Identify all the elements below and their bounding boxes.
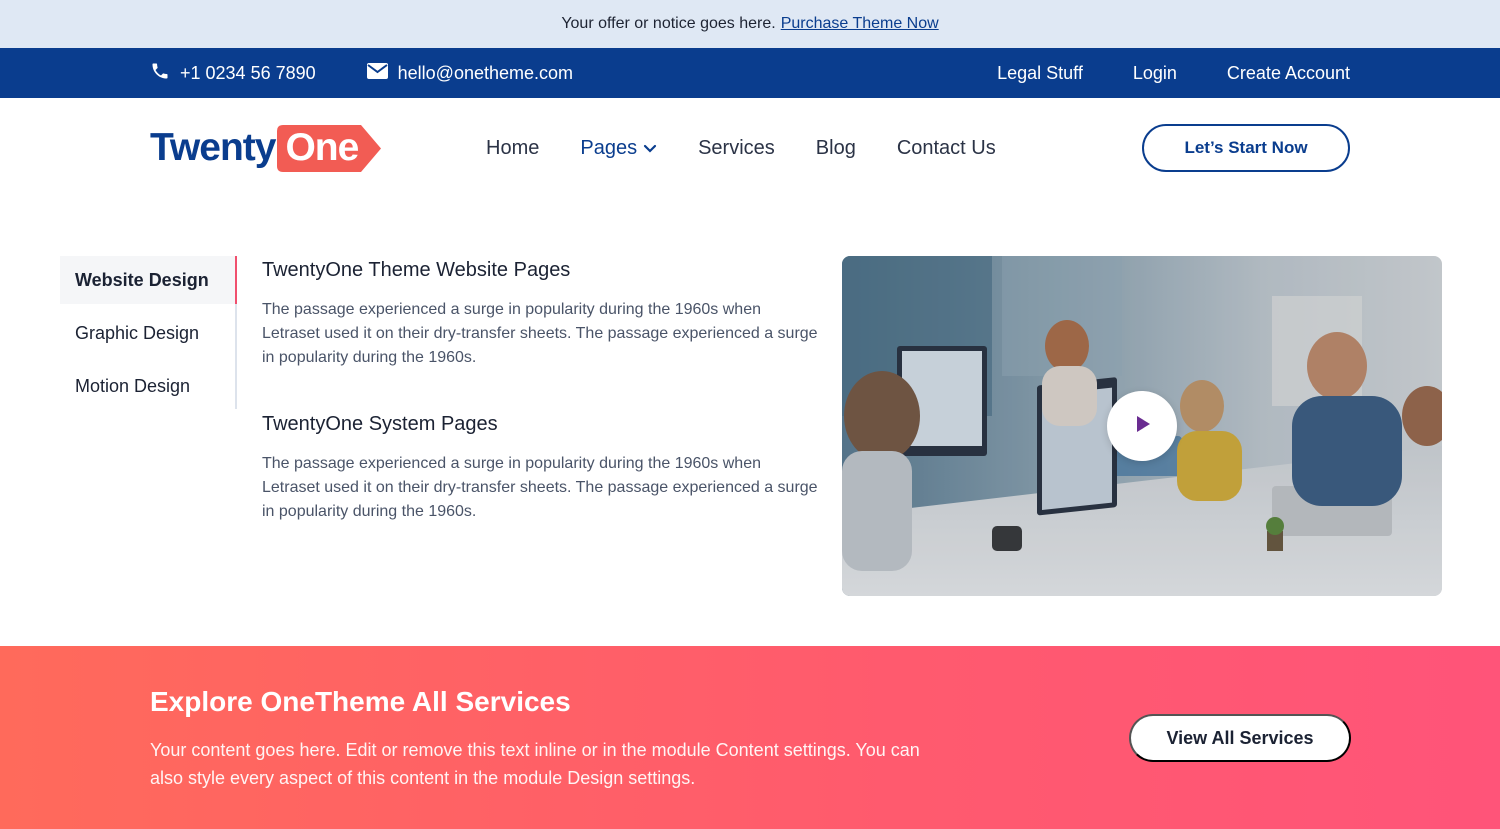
- logo-text-twenty: Twenty: [150, 126, 276, 169]
- create-account-link[interactable]: Create Account: [1227, 63, 1350, 84]
- email-address: hello@onetheme.com: [397, 62, 574, 83]
- main-nav: Home Pages Services Blog Contact Us: [486, 98, 996, 198]
- banner-text: Your content goes here. Edit or remove t…: [150, 740, 920, 788]
- login-link[interactable]: Login: [1133, 63, 1177, 84]
- site-header: Twenty One Home Pages Services Blog Cont…: [0, 98, 1500, 198]
- play-button[interactable]: [1107, 391, 1177, 461]
- purchase-theme-link[interactable]: Purchase Theme Now: [781, 15, 939, 33]
- video-thumbnail[interactable]: [842, 256, 1442, 596]
- tab-website-design[interactable]: Website Design: [60, 256, 237, 304]
- content-block: TwentyOne System Pages The passage exper…: [262, 413, 822, 524]
- nav-blog[interactable]: Blog: [816, 137, 856, 160]
- phone-contact[interactable]: +1 0234 56 7890: [150, 61, 316, 86]
- content-title: TwentyOne System Pages: [262, 413, 498, 435]
- tab-content: TwentyOne Theme Website Pages The passag…: [262, 256, 822, 524]
- logo-text-one: One: [285, 126, 359, 169]
- notice-bar: Your offer or notice goes here. Purchase…: [0, 0, 1500, 48]
- phone-icon: [150, 61, 170, 86]
- content-text: The passage experienced a surge in popul…: [262, 301, 818, 366]
- nav-services[interactable]: Services: [698, 137, 775, 160]
- nav-pages-label: Pages: [580, 136, 638, 159]
- logo-tag: One: [277, 124, 390, 172]
- envelope-icon: [366, 62, 388, 84]
- legal-stuff-link[interactable]: Legal Stuff: [997, 63, 1083, 84]
- view-all-services-button[interactable]: View All Services: [1129, 714, 1351, 762]
- tab-graphic-design[interactable]: Graphic Design: [60, 309, 235, 357]
- contact-bar: +1 0234 56 7890 hello@onetheme.com Legal…: [0, 48, 1500, 98]
- content-text: The passage experienced a surge in popul…: [262, 455, 818, 520]
- site-logo[interactable]: Twenty One: [150, 124, 390, 172]
- play-icon: [1132, 414, 1152, 439]
- tab-motion-design[interactable]: Motion Design: [60, 362, 235, 410]
- content-title: TwentyOne Theme Website Pages: [262, 259, 571, 281]
- nav-pages[interactable]: Pages: [580, 137, 657, 160]
- services-banner: Explore OneTheme All Services Your conte…: [0, 646, 1500, 829]
- service-tabs: Website Design Graphic Design Motion Des…: [60, 256, 237, 409]
- banner-title: Explore OneTheme All Services: [150, 686, 571, 717]
- nav-contact-us[interactable]: Contact Us: [897, 137, 996, 160]
- content-block: TwentyOne Theme Website Pages The passag…: [262, 259, 822, 370]
- notice-text: Your offer or notice goes here.: [561, 15, 776, 32]
- nav-home[interactable]: Home: [486, 137, 539, 160]
- lets-start-now-button[interactable]: Let’s Start Now: [1142, 124, 1350, 172]
- email-contact[interactable]: hello@onetheme.com: [366, 62, 574, 84]
- chevron-down-icon: [643, 137, 657, 160]
- phone-number: +1 0234 56 7890: [180, 62, 316, 83]
